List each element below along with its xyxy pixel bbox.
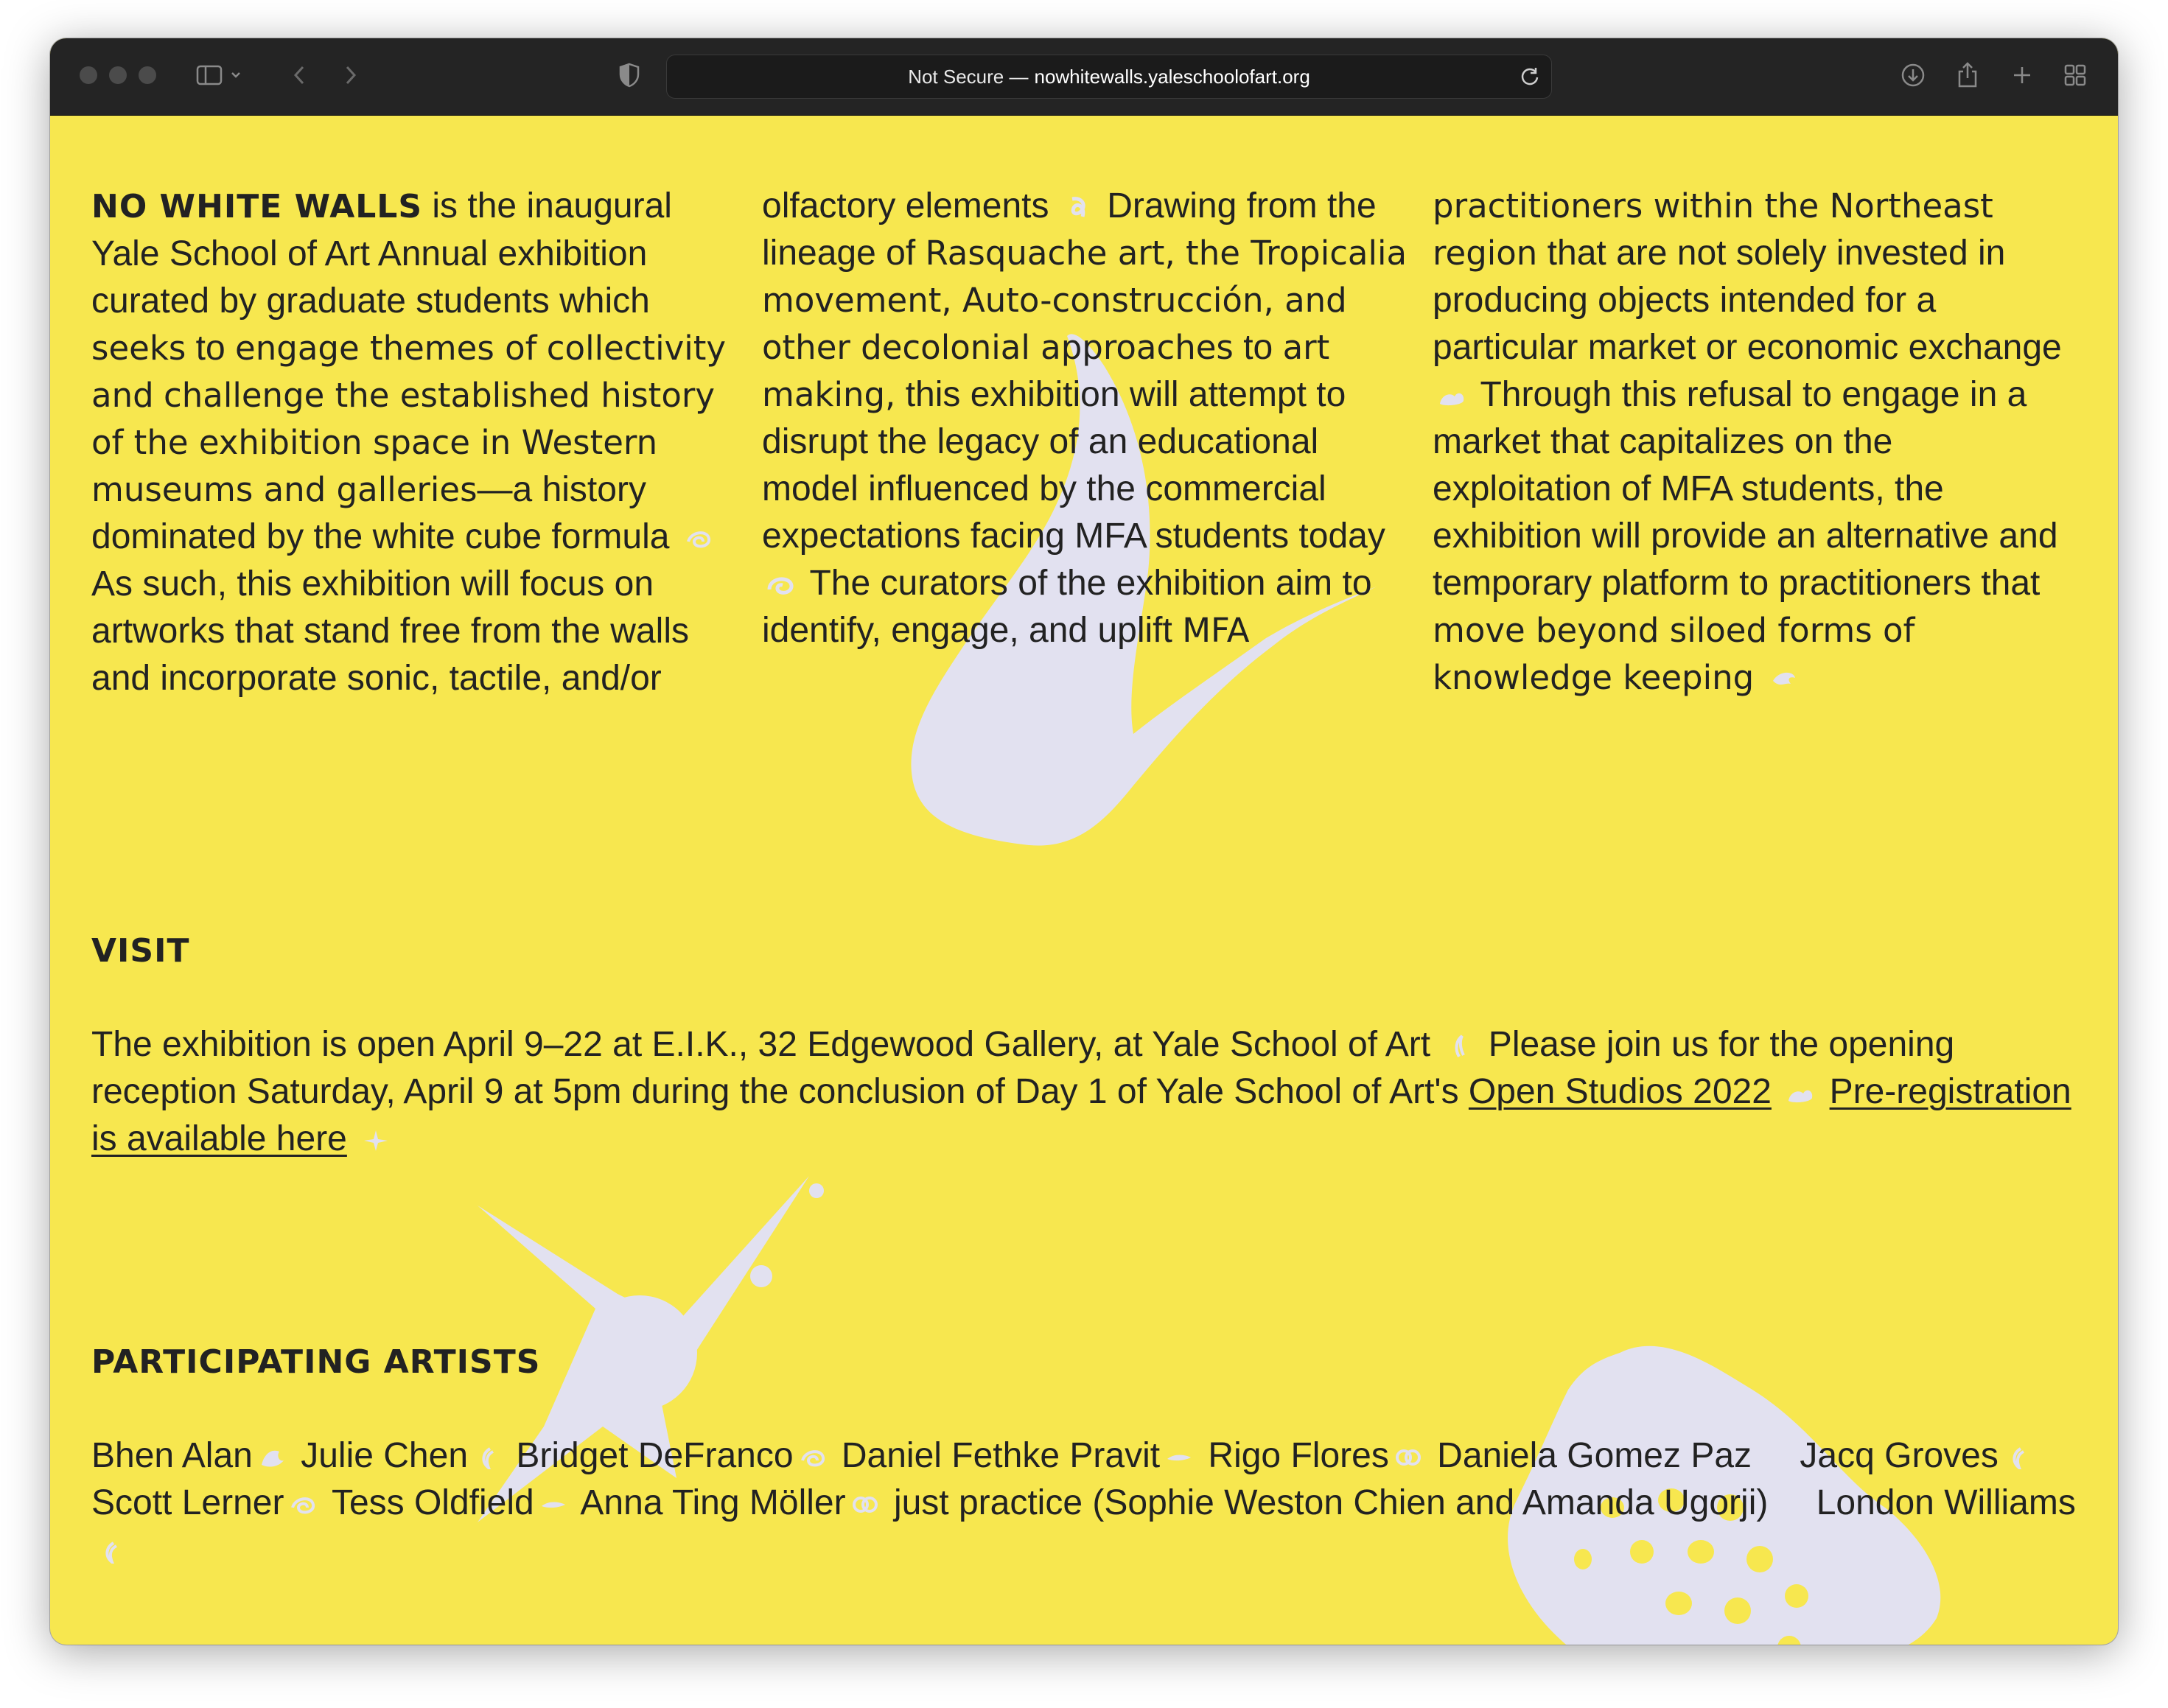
artist-name: Julie Chen: [301, 1436, 469, 1475]
decorative-mark-icon: [852, 1497, 878, 1513]
intro-text: to: [195, 329, 225, 368]
intro-text: to: [1243, 328, 1273, 367]
glitch-text: seeks: [91, 329, 186, 368]
feather-mark-icon: [1772, 673, 1795, 685]
sparkle-mark-icon: [364, 1130, 388, 1152]
artists-heading-block: PARTICIPATING ARTISTS: [91, 1338, 2111, 1386]
decorative-mark-icon: [261, 1451, 284, 1467]
url-security-label: Not Secure —: [908, 65, 1029, 88]
artist-name: just practice (Sophie Weston Chien and A…: [893, 1483, 1769, 1522]
shell-mark-icon: [767, 577, 794, 595]
reload-icon[interactable]: [1519, 66, 1541, 93]
artist-name: Rigo Flores: [1208, 1436, 1389, 1475]
artist-name: Daniel Fethke Pravit: [841, 1436, 1161, 1475]
intro-text: olfactory elements: [762, 186, 1049, 225]
intro-column-2: olfactory elements Drawing from the line…: [762, 183, 1410, 654]
decorative-mark-icon: [1167, 1455, 1192, 1461]
decorative-mark-icon: [482, 1447, 494, 1470]
sidebar-icon[interactable]: [195, 60, 224, 90]
sprout-mark-icon: [1455, 1035, 1466, 1058]
swirl-mark-icon: [686, 531, 710, 548]
glitch-text: engage themes of: [235, 329, 537, 368]
visit-paragraph: The exhibition is open April 9–22 at E.I…: [91, 1021, 2096, 1163]
glitch-text: move beyond siloed forms of knowledge ke…: [1433, 611, 1915, 697]
zoom-window-button[interactable]: [139, 66, 156, 84]
artist-list: Bhen Alan Julie Chen Bridget DeFranco Da…: [91, 1432, 2111, 1574]
artist-name: Daniela Gomez Paz: [1437, 1436, 1752, 1475]
intro-text: As such, this exhibition will focus on a…: [91, 564, 689, 698]
artist-name: Jacq Groves: [1800, 1436, 1999, 1475]
back-icon[interactable]: [284, 60, 314, 90]
web-page: NO WHITE WALLS is the inaugural Yale Sch…: [50, 115, 2118, 1645]
decorative-mark-icon: [1760, 1451, 1783, 1467]
scribble-mark-icon: [1071, 197, 1085, 217]
forward-icon[interactable]: [336, 60, 366, 90]
intro-text: Through this refusal to engage in a mark…: [1433, 375, 2058, 603]
decorative-mark-icon: [105, 1541, 118, 1564]
artist-name: Anna Ting Möller: [580, 1483, 846, 1522]
shield-icon[interactable]: [615, 60, 644, 90]
chevron-down-icon[interactable]: [227, 60, 245, 90]
open-studios-link[interactable]: Open Studios 2022: [1469, 1072, 1772, 1111]
cloud-mark-icon: [1440, 393, 1464, 406]
visit-text: The exhibition is open April 9–22 at E.I…: [91, 1025, 1431, 1064]
minimize-window-button[interactable]: [109, 66, 127, 84]
decorative-mark-icon: [800, 1450, 825, 1467]
artist-name: Bhen Alan: [91, 1436, 253, 1475]
browser-window: Not Secure — nowhitewalls.yaleschoolofar…: [50, 38, 2118, 1645]
address-bar[interactable]: Not Secure — nowhitewalls.yaleschoolofar…: [666, 55, 1552, 99]
decorative-mark-icon: [1777, 1498, 1800, 1514]
intro-column-3: practitioners within the Northeast regio…: [1433, 183, 2081, 701]
decorative-mark-icon: [541, 1502, 565, 1508]
artist-name: London Williams: [1816, 1483, 2076, 1522]
new-tab-icon[interactable]: [2007, 60, 2037, 90]
intro-text: The curators of the exhibition aim to id…: [762, 564, 1372, 650]
tab-overview-icon[interactable]: [2060, 60, 2090, 90]
artists-heading: PARTICIPATING ARTISTS: [91, 1343, 541, 1381]
download-icon[interactable]: [1898, 60, 1928, 90]
artist-name: Tess Oldfield: [331, 1483, 534, 1522]
decorative-mark-icon: [2013, 1447, 2024, 1470]
url-host: nowhitewalls.yaleschoolofart.org: [1034, 65, 1310, 88]
cloud-mark-icon: [1788, 1091, 1813, 1103]
intro-title: NO WHITE WALLS: [91, 188, 423, 225]
intro-column-1: NO WHITE WALLS is the inaugural Yale Sch…: [91, 183, 740, 702]
glitch-text: MFA: [1182, 611, 1250, 650]
visit-heading-block: VISIT: [91, 927, 2111, 975]
visit-heading: VISIT: [91, 932, 190, 970]
decorative-mark-icon: [1395, 1449, 1421, 1466]
browser-toolbar: Not Secure — nowhitewalls.yaleschoolofar…: [50, 38, 2118, 116]
decorative-mark-icon: [291, 1497, 315, 1514]
artist-name: Bridget DeFranco: [516, 1436, 794, 1475]
artist-name: Scott Lerner: [91, 1483, 284, 1522]
close-window-button[interactable]: [80, 66, 97, 84]
share-icon[interactable]: [1953, 60, 1982, 90]
